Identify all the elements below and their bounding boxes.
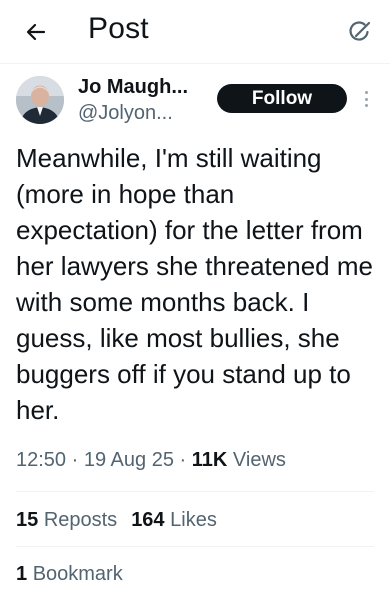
separator: · — [179, 449, 187, 471]
reposts-count: 15 — [16, 509, 39, 531]
grok-icon — [349, 21, 371, 41]
post-time[interactable]: 12:50 — [16, 449, 66, 471]
dot — [364, 91, 368, 94]
post-text: Meanwhile, I'm still waiting (more in ho… — [16, 143, 373, 425]
bookmarks-link[interactable]: 1 Bookmark — [16, 563, 123, 586]
dot — [364, 97, 368, 101]
author-handle[interactable]: @Jolyon... — [78, 102, 208, 125]
author-name[interactable]: Jo Maugh... — [78, 76, 208, 99]
post-meta: 12:50 · 19 Aug 25 · 11K Views — [16, 449, 286, 472]
dot — [364, 104, 368, 107]
separator: · — [71, 449, 79, 471]
back-button[interactable] — [18, 14, 54, 50]
likes-count: 164 — [131, 509, 165, 531]
grok-button[interactable] — [344, 16, 376, 48]
profile-photo-icon — [16, 76, 64, 124]
engagement-stats: 15 Reposts 164 Likes — [16, 509, 217, 532]
follow-button[interactable]: Follow — [217, 84, 347, 113]
page-title: Post — [88, 12, 149, 45]
likes-label: Likes — [170, 509, 217, 531]
reposts-label: Reposts — [43, 509, 118, 531]
arrow-left-icon — [26, 23, 46, 41]
views-count: 11K — [191, 449, 228, 471]
avatar[interactable] — [16, 76, 64, 124]
divider — [16, 546, 374, 547]
likes-link[interactable]: 164 Likes — [131, 509, 217, 531]
bookmarks-label: Bookmark — [32, 563, 123, 585]
top-bar: Post — [0, 0, 390, 64]
more-vertical-icon[interactable] — [358, 88, 374, 110]
reposts-link[interactable]: 15 Reposts — [16, 509, 117, 531]
post-date[interactable]: 19 Aug 25 — [84, 449, 174, 471]
views-label: Views — [232, 449, 286, 471]
divider — [16, 491, 374, 492]
bookmarks-count: 1 — [16, 563, 28, 585]
